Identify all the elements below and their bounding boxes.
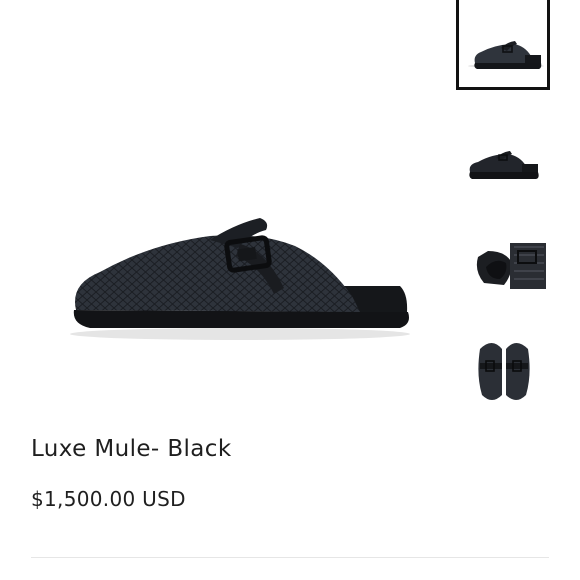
mule-pair-top-view-thumbnail-icon — [478, 343, 530, 400]
mule-side-profile-thumbnail-icon — [469, 151, 539, 179]
shoe-side-icon — [70, 218, 410, 340]
mule-side-view-thumbnail-icon — [468, 41, 544, 69]
thumbnail-1[interactable] — [456, 0, 550, 90]
thumbnail-2[interactable] — [456, 120, 550, 210]
product-main-image[interactable] — [60, 200, 420, 350]
product-title: Luxe Mule- Black — [31, 436, 232, 462]
mule-insole-buckle-thumbnail-icon — [476, 243, 546, 289]
section-divider — [31, 557, 549, 558]
thumbnail-4[interactable] — [456, 325, 550, 415]
thumbnail-3[interactable] — [456, 223, 550, 313]
product-price: $1,500.00 USD — [31, 487, 186, 511]
